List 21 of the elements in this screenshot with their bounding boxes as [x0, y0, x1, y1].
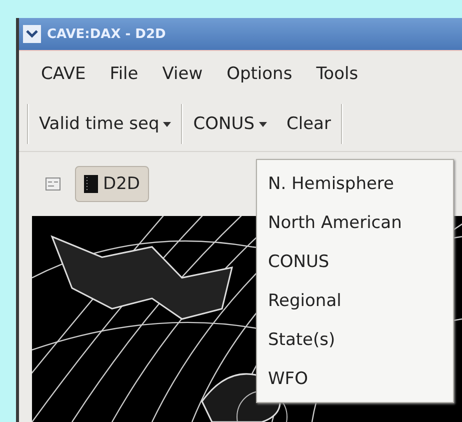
window-title: CAVE:DAX - D2D [47, 26, 166, 42]
menu-option[interactable]: State(s) [257, 320, 453, 359]
toolbar-button[interactable]: Clear [276, 114, 341, 134]
menu-item[interactable]: File [98, 64, 150, 84]
caret-icon [258, 122, 266, 126]
menu-option[interactable]: North American [257, 203, 453, 242]
editor-tab[interactable]: D2D [75, 166, 149, 202]
menu-item[interactable]: Options [214, 64, 304, 84]
menu-option[interactable]: N. Hemisphere [257, 164, 453, 203]
menu-item[interactable]: Tools [304, 64, 370, 84]
window-menu-icon[interactable] [23, 25, 41, 43]
caret-icon [163, 122, 172, 126]
menu-item[interactable]: View [150, 64, 215, 84]
film-strip-icon [84, 175, 98, 193]
dropdown-button[interactable]: Valid time seq [29, 114, 182, 134]
menu-item[interactable]: CAVE [29, 64, 98, 84]
menu-option[interactable]: Regional [257, 281, 453, 320]
menu-option[interactable]: WFO [257, 359, 453, 398]
dropdown-button[interactable]: CONUS [183, 114, 276, 134]
menu-option[interactable]: CONUS [257, 242, 453, 281]
panel-icon[interactable] [45, 176, 61, 192]
